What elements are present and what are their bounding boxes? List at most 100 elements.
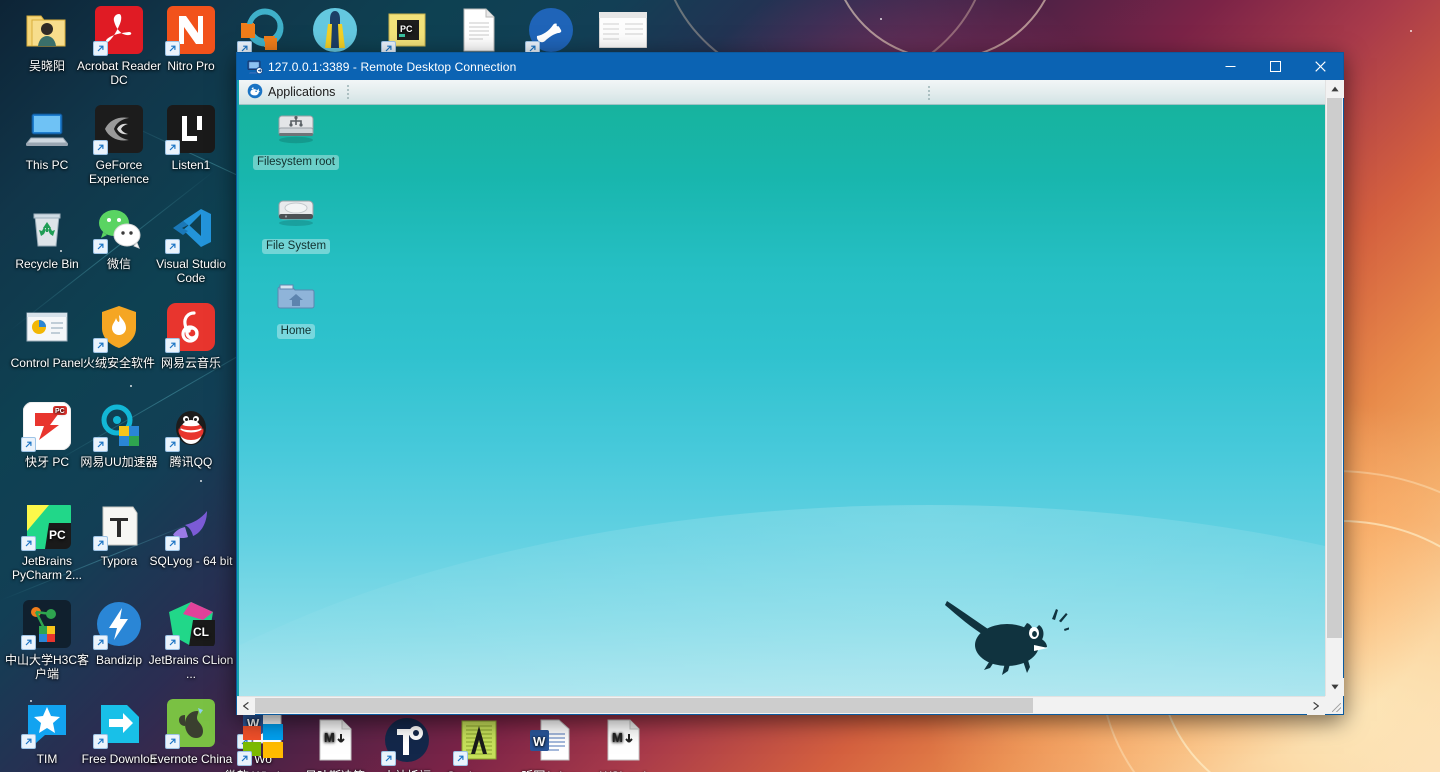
- svg-text:PC: PC: [55, 408, 65, 415]
- geforce-experience-icon: [93, 105, 143, 155]
- remote-session-body: Applications Filesystem root File System…: [237, 80, 1344, 715]
- shortcut-arrow-icon: [165, 536, 180, 551]
- shortcut-arrow-icon: [453, 751, 468, 766]
- sqlyog-icon: [165, 501, 215, 551]
- shortcut-arrow-icon: [93, 41, 108, 56]
- huorong-icon: [93, 303, 143, 353]
- horizontal-scrollbar[interactable]: [237, 696, 1325, 715]
- panel-grip-handle-right[interactable]: [925, 84, 932, 101]
- markdown-file-icon: M: [599, 716, 647, 764]
- vscode-icon: [165, 204, 215, 254]
- xfce-desktop-icon-home[interactable]: Home: [253, 276, 339, 339]
- shortcut-arrow-icon: [165, 437, 180, 452]
- window-titlebar[interactable]: 127.0.0.1:3389 - Remote Desktop Connecti…: [237, 53, 1343, 80]
- netease-uu-icon: [93, 402, 143, 452]
- shortcut-arrow-icon: [21, 635, 36, 650]
- scroll-down-button[interactable]: [1326, 678, 1344, 696]
- acrobat-reader-icon: [93, 6, 143, 56]
- desktop-icon[interactable]: MWSL.md: [580, 716, 666, 772]
- svg-text:PC: PC: [49, 528, 66, 542]
- shortcut-arrow-icon: [165, 635, 180, 650]
- netease-music-icon: [165, 303, 215, 353]
- window-title: 127.0.0.1:3389 - Remote Desktop Connecti…: [268, 59, 517, 74]
- xfce-mouse-logo: [939, 595, 1074, 675]
- shortcut-arrow-icon: [381, 751, 396, 766]
- xfce-mouse-icon: [247, 83, 263, 102]
- scroll-up-button[interactable]: [1326, 80, 1344, 98]
- shortcut-arrow-icon: [165, 338, 180, 353]
- drive-harddisk-icon: [273, 191, 319, 233]
- recycle-bin-icon: [23, 204, 71, 252]
- shortcut-arrow-icon: [93, 536, 108, 551]
- zhan-toefl-icon: [381, 716, 431, 766]
- zapya-icon: PC: [21, 402, 71, 452]
- vertical-scroll-thumb[interactable]: [1327, 98, 1342, 638]
- svg-text:M: M: [324, 730, 335, 745]
- clion-icon: CL: [165, 600, 215, 650]
- xfce-icon-label: Home: [276, 324, 316, 339]
- close-button[interactable]: [1298, 53, 1343, 80]
- svg-text:W: W: [533, 734, 546, 749]
- maximize-button[interactable]: [1253, 53, 1298, 80]
- shortcut-arrow-icon: [237, 751, 252, 766]
- folder-pc-icon: PC: [381, 6, 431, 56]
- wallpaper-sheen: [239, 505, 1325, 696]
- lantern-icon: [311, 6, 359, 54]
- applications-menu-button[interactable]: Applications: [239, 80, 341, 104]
- tencent-qq-icon: [165, 402, 215, 452]
- shortcut-arrow-icon: [93, 239, 108, 254]
- typora-icon: [93, 501, 143, 551]
- shortcut-arrow-icon: [93, 140, 108, 155]
- xfce-desktop-icon-filesystem-root[interactable]: Filesystem root: [253, 107, 339, 170]
- listen1-icon: [165, 105, 215, 155]
- shortcut-arrow-icon: [93, 635, 108, 650]
- horizontal-scroll-thumb[interactable]: [255, 698, 1033, 713]
- panel-grip-handle[interactable]: [344, 84, 351, 101]
- shortcut-arrow-icon: [165, 140, 180, 155]
- xfce-icon-label: Filesystem root: [253, 155, 339, 170]
- shortcut-arrow-icon: [93, 338, 108, 353]
- vertical-scroll-track[interactable]: [1326, 98, 1343, 678]
- nitro-pro-icon: [165, 6, 215, 56]
- h3c-client-icon: [21, 600, 71, 650]
- drive-harddisk-root-icon: [273, 107, 319, 149]
- word-document-icon: W: [527, 716, 575, 764]
- window-resize-grip[interactable]: [1325, 696, 1343, 714]
- wallpaper-star: [1410, 30, 1412, 32]
- wallpaper-star: [200, 480, 202, 482]
- remote-session-viewport[interactable]: Applications Filesystem root File System…: [237, 80, 1325, 696]
- app-icon: [237, 6, 287, 56]
- svg-text:CL: CL: [193, 625, 209, 639]
- shortcut-arrow-icon: [21, 536, 36, 551]
- applications-menu-label: Applications: [268, 85, 336, 99]
- cmder-icon: [453, 716, 503, 766]
- remote-session-main: Applications Filesystem root File System…: [237, 80, 1344, 696]
- microsoft-windows-icon: [237, 716, 287, 766]
- free-download-manager-icon: [93, 699, 143, 749]
- xfce-desktop[interactable]: Filesystem root File System Home: [239, 105, 1325, 696]
- xfce-panel[interactable]: Applications: [239, 80, 1325, 105]
- remote-desktop-window[interactable]: 127.0.0.1:3389 - Remote Desktop Connecti…: [236, 52, 1344, 715]
- vertical-scrollbar[interactable]: [1325, 80, 1344, 696]
- text-document-icon: [455, 6, 503, 54]
- window-preview-icon: [599, 6, 647, 54]
- markdown-file-icon: M: [311, 716, 359, 764]
- horizontal-scroll-track[interactable]: [255, 697, 1307, 714]
- xfce-desktop-icon-file-system[interactable]: File System: [253, 191, 339, 254]
- shortcut-arrow-icon: [21, 437, 36, 452]
- scroll-left-button[interactable]: [237, 697, 255, 715]
- evernote-icon: [165, 699, 215, 749]
- svg-text:PC: PC: [400, 24, 413, 34]
- this-pc-icon: [23, 105, 71, 153]
- shortcut-arrow-icon: [165, 239, 180, 254]
- wallpaper-star: [130, 385, 132, 387]
- pycharm-icon: PC: [21, 501, 71, 551]
- window-bottom-row: [237, 696, 1343, 715]
- minimize-button[interactable]: [1208, 53, 1253, 80]
- shortcut-arrow-icon: [21, 734, 36, 749]
- tim-icon: [21, 699, 71, 749]
- control-panel-icon: [23, 303, 71, 351]
- svg-text:M: M: [612, 730, 623, 745]
- shortcut-arrow-icon: [93, 437, 108, 452]
- scroll-right-button[interactable]: [1307, 697, 1325, 715]
